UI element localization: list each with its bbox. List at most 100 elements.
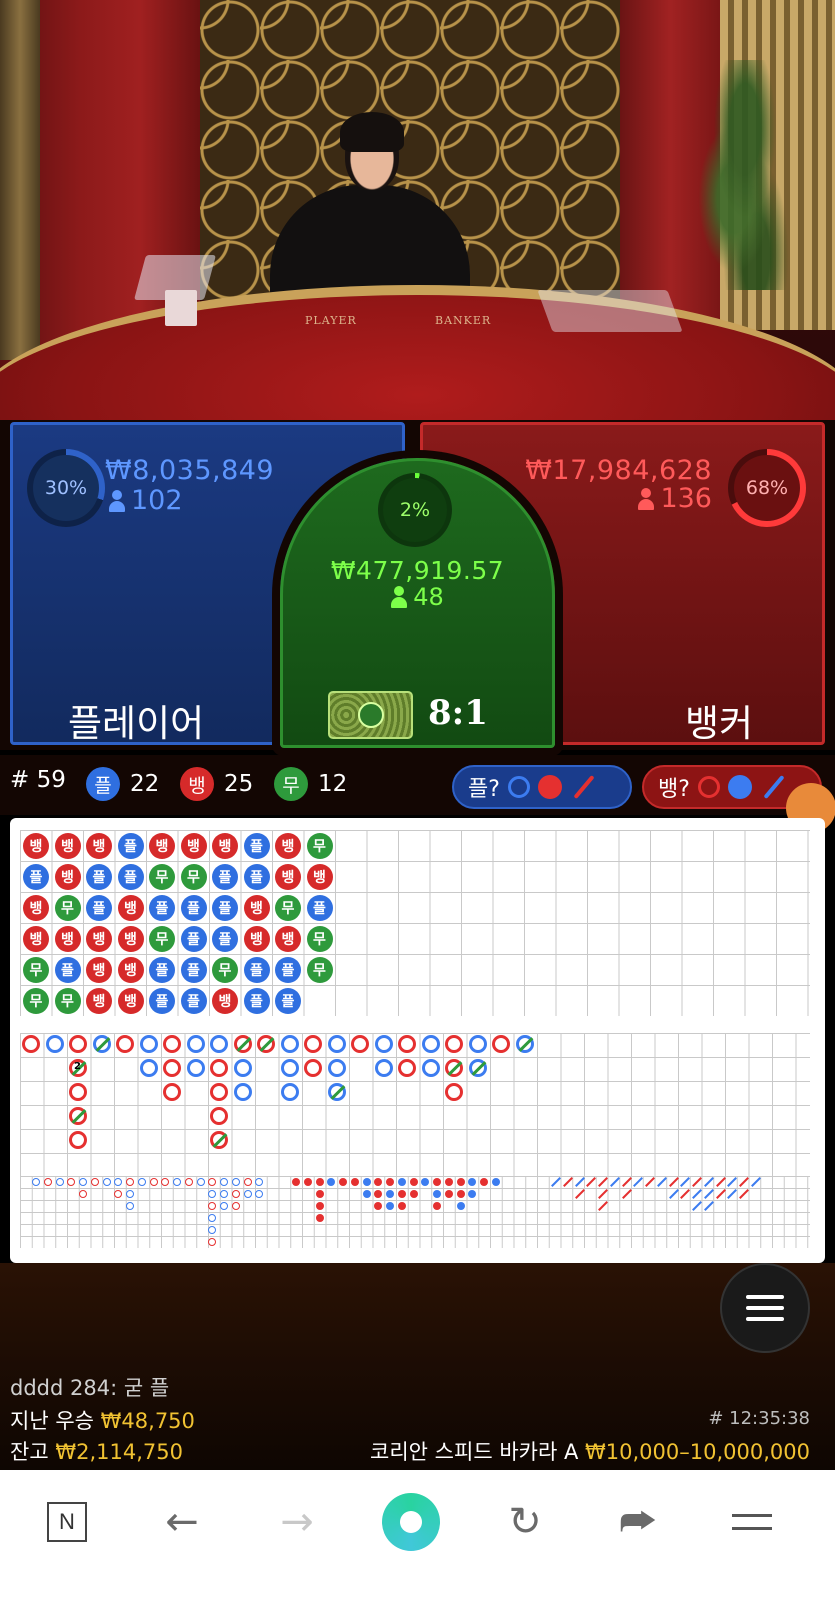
bead-result: 무 [54,895,81,921]
small-road-mark [386,1178,394,1186]
cockroach-mark [692,1201,702,1211]
big-road: 2 [20,1033,810,1177]
big-road-mark [233,1059,252,1077]
tie-count-mark: 2 [74,1061,81,1072]
bead-result: 뱅 [212,833,238,859]
share-icon: ⮫ [619,1499,657,1545]
small-road-mark [327,1178,336,1186]
banker-count-value: 136 [660,483,712,514]
back-button[interactable]: ← [152,1492,212,1552]
big-road-mark [22,1035,40,1053]
bead-result: 플 [180,957,207,983]
cockroach-mark [750,1177,761,1187]
browser-menu-button[interactable] [722,1492,782,1552]
small-road-mark [421,1178,430,1186]
big-road-mark [210,1107,228,1125]
big-road-mark [116,1035,134,1053]
small-road-mark [315,1202,324,1210]
predict-player-button[interactable]: 플? [452,765,632,809]
home-button[interactable] [381,1492,441,1552]
bead-result: 뱅 [117,895,144,921]
bead-result: 뱅 [180,833,207,859]
big-road-mark [139,1035,158,1053]
big-eye-mark [102,1178,111,1186]
forward-button[interactable]: → [267,1492,327,1552]
big-road-mark [257,1035,275,1053]
derived-roads [20,1176,810,1248]
big-road-mark [398,1035,416,1053]
bead-result: 무 [149,864,175,890]
bead-result: 뱅 [275,833,301,859]
bead-result: 뱅 [86,833,112,859]
reload-button[interactable]: ↻ [495,1492,555,1552]
cockroach-mark [727,1177,738,1187]
bead-result: 플 [243,957,270,983]
bead-result: 뱅 [86,926,112,952]
cockroach-mark [609,1177,620,1187]
card-shoe-right [537,290,683,332]
tie-percent-ring: 2% [378,473,452,547]
bead-result: 뱅 [243,895,270,921]
bead-result: 플 [180,895,207,921]
cockroach-mark [680,1177,691,1187]
bead-result: 플 [212,926,238,952]
player-label: 플레이어 [68,702,205,745]
cockroach-mark [668,1177,679,1187]
big-eye-mark [67,1178,76,1186]
big-eye-mark [43,1178,52,1186]
small-road-mark [480,1178,488,1186]
big-eye-icon [697,776,720,798]
big-road-mark [421,1035,440,1053]
cockroach-mark [703,1177,714,1187]
big-eye-mark [208,1178,217,1186]
big-road-mark [210,1035,228,1053]
bead-result: 플 [212,895,238,921]
share-button[interactable]: ⮫ [608,1492,668,1552]
player-count-value: 102 [131,485,183,516]
bead-result: 플 [275,957,301,983]
player-stat-count: 22 [130,771,160,797]
table-label-banker: BANKER [435,314,492,327]
browser-toolbar: N ← → ↻ ⮫ [0,1470,835,1601]
bead-result: 플 [117,864,144,890]
big-eye-mark [173,1178,181,1186]
menu-button[interactable] [720,1263,810,1353]
table-label-player: PLAYER [305,314,357,327]
game-info: 코리안 스피드 바카라 A ₩10,000–10,000,000 [370,1436,810,1466]
last-win: 지난 우승 ₩48,750 [10,1405,195,1435]
big-eye-mark [149,1178,158,1186]
cockroach-mark [562,1177,573,1187]
cockroach-mark [703,1189,714,1199]
player-badge: 플 [86,767,120,801]
bead-result: 뱅 [275,926,301,952]
small-road-mark [374,1190,383,1198]
last-win-label: 지난 우승 [10,1409,94,1433]
big-road-mark [374,1035,393,1053]
game-limits: ₩10,000–10,000,000 [585,1440,810,1464]
bead-result: 플 [149,895,175,921]
big-eye-mark [231,1202,240,1210]
small-road-mark [409,1178,418,1186]
cockroach-mark [645,1177,655,1187]
bead-result: 무 [149,926,175,952]
bead-result: 플 [23,864,49,890]
big-eye-mark [126,1178,134,1186]
player-percent: 30% [33,455,99,521]
small-road-mark [315,1178,324,1186]
bead-result: 무 [212,957,238,983]
bead-result: 무 [180,864,207,890]
small-road-mark [303,1178,312,1186]
big-road-mark [186,1035,205,1053]
bead-result: 뱅 [23,833,49,859]
naver-icon: N [47,1502,87,1542]
player-count: 102 [109,485,183,516]
bet-spot-tie[interactable]: 2% ₩477,919.57 48 8:1 [280,458,555,748]
big-road-mark [351,1035,369,1053]
game-name: 코리안 스피드 바카라 A [370,1440,579,1464]
big-road-mark [186,1059,205,1077]
cockroach-mark [656,1177,667,1187]
naver-home-button[interactable]: N [37,1492,97,1552]
small-road-icon [727,775,752,799]
wood-panel [0,0,40,360]
bead-result: 무 [306,957,333,983]
